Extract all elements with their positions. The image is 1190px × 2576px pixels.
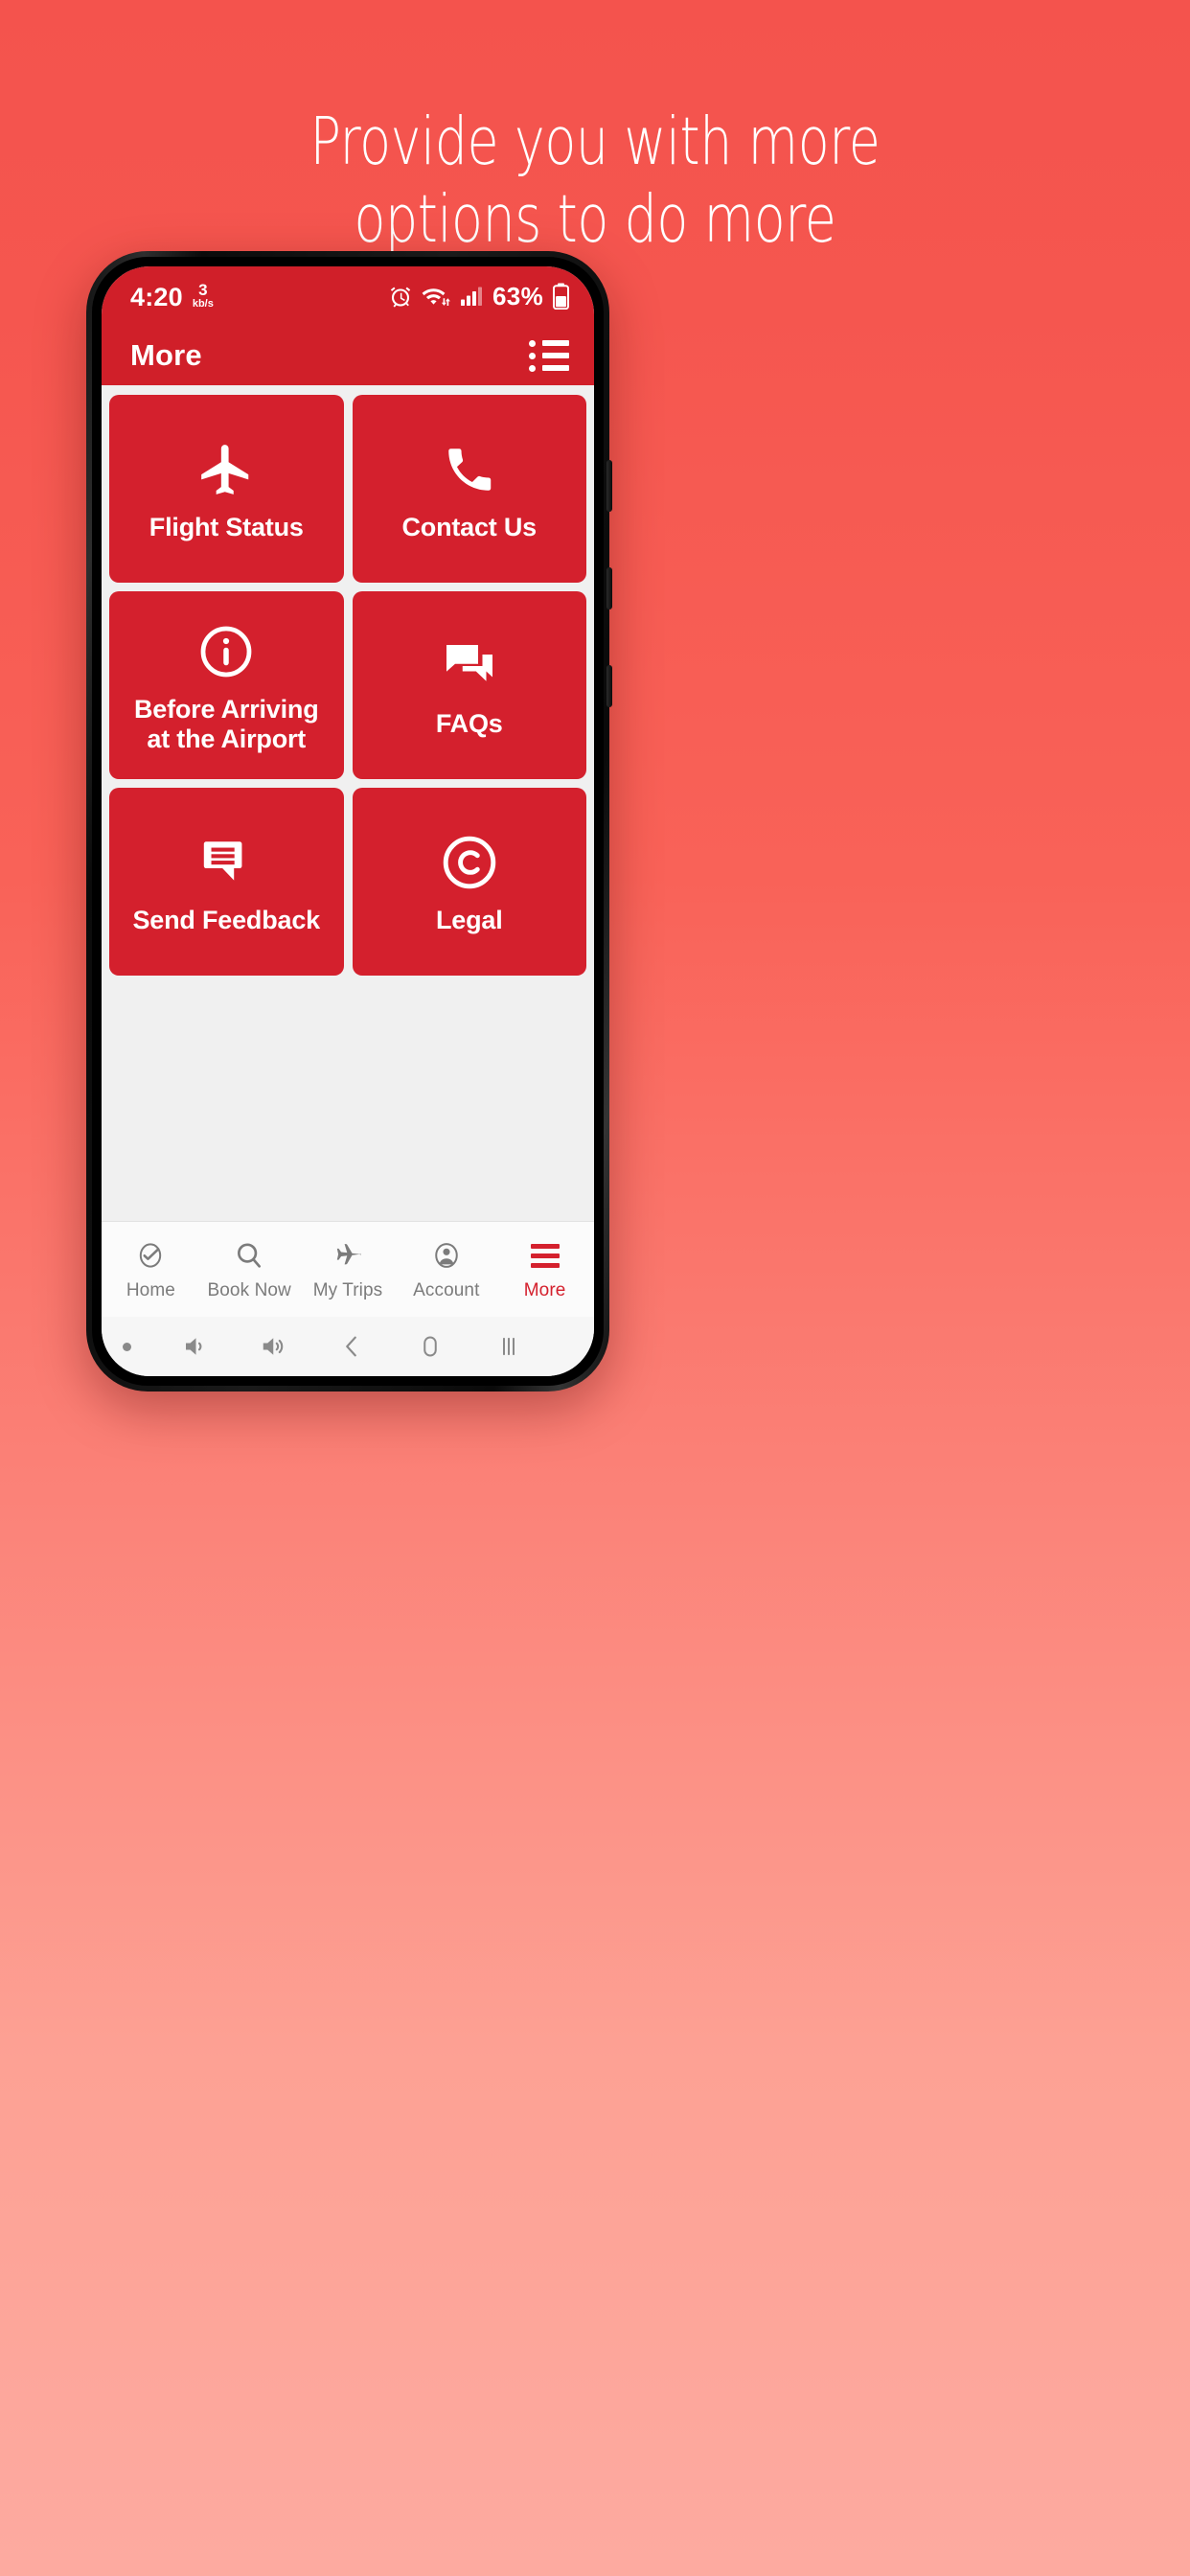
network-speed-unit: kb/s [192, 298, 214, 310]
airplane-icon [332, 1237, 364, 1274]
more-menu-content: Flight Status Contact Us Before Arriving… [102, 385, 594, 1221]
menu-tile-label: Legal [435, 906, 503, 935]
phone-icon [442, 434, 497, 505]
home-icon[interactable] [416, 1332, 445, 1361]
nav-item-my-trips[interactable]: My Trips [299, 1237, 398, 1301]
info-circle-icon [197, 616, 255, 687]
battery-percentage: 63% [492, 281, 543, 310]
menu-tile-faqs[interactable]: FAQs [352, 591, 586, 779]
nav-item-account[interactable]: Account [397, 1237, 495, 1301]
recents-icon[interactable] [494, 1332, 523, 1361]
nav-item-home[interactable]: Home [102, 1237, 200, 1301]
volume-up-button[interactable] [606, 567, 612, 610]
battery-icon [553, 283, 569, 310]
nav-item-label: More [523, 1280, 566, 1300]
status-bar: 4:20 3 kb/s 63% [102, 266, 594, 326]
bottom-navigation: Home Book Now My Trips Account More [102, 1221, 594, 1317]
nav-item-book-now[interactable]: Book Now [200, 1237, 299, 1301]
power-button[interactable] [606, 460, 612, 512]
alarm-icon [389, 285, 412, 308]
network-speed-value: 3 [198, 281, 208, 299]
nav-item-label: Book Now [207, 1280, 291, 1300]
promo-headline-line2: options to do more [354, 181, 836, 259]
hamburger-bar [530, 1262, 560, 1268]
menu-tile-label: Contact Us [401, 513, 537, 542]
nav-item-more[interactable]: More [495, 1237, 594, 1301]
menu-tile-send-feedback[interactable]: Send Feedback [109, 788, 344, 976]
menu-tile-flight-status[interactable]: Flight Status [109, 395, 344, 583]
hamburger-bar [530, 1253, 560, 1258]
cellular-signal-icon [460, 286, 483, 307]
app-bar: More [102, 326, 594, 385]
volume-down-icon[interactable] [181, 1332, 210, 1361]
list-icon-row [529, 364, 569, 372]
menu-tile-before-arriving[interactable]: Before Arriving at the Airport [109, 591, 344, 779]
volume-down-button[interactable] [606, 665, 612, 707]
copyright-icon [440, 827, 499, 898]
volume-up-icon[interactable] [260, 1332, 288, 1361]
list-icon-bar [542, 353, 569, 358]
menu-tile-label: Send Feedback [132, 906, 321, 935]
nav-item-label: Account [413, 1280, 480, 1300]
list-icon-row [529, 339, 569, 347]
list-icon-bar [542, 340, 569, 346]
chat-bubbles-icon [441, 631, 498, 702]
status-bar-clock: 4:20 [130, 283, 183, 311]
back-icon[interactable] [337, 1332, 366, 1361]
indicator-dot [123, 1342, 131, 1351]
feedback-message-icon [198, 827, 254, 898]
promo-headline: Provide you with more options to do more [131, 104, 1060, 260]
network-speed: 3 kb/s [193, 282, 214, 310]
menu-tile-contact-us[interactable]: Contact Us [352, 395, 586, 583]
hamburger-icon [530, 1237, 560, 1274]
page-title: More [130, 338, 202, 372]
phone-screen: 4:20 3 kb/s 63% More Flight Status Conta… [102, 266, 594, 1376]
status-bar-right: 63% [389, 282, 569, 311]
list-icon-row [529, 352, 569, 359]
status-bar-left: 4:20 3 kb/s [130, 282, 214, 310]
nav-item-label: Home [126, 1280, 175, 1300]
android-system-nav [102, 1317, 594, 1376]
account-person-icon [430, 1237, 463, 1274]
promo-headline-line1: Provide you with more [309, 104, 881, 180]
home-swoosh-icon [134, 1237, 167, 1274]
hamburger-bars [530, 1243, 560, 1268]
hamburger-bar [530, 1243, 560, 1249]
bulleted-list-icon[interactable] [529, 339, 569, 372]
menu-tile-label: Before Arriving at the Airport [133, 694, 319, 753]
nav-item-label: My Trips [312, 1280, 383, 1300]
phone-mockup: 4:20 3 kb/s 63% More Flight Status Conta… [86, 251, 612, 1392]
list-icon-bar [542, 365, 569, 371]
menu-tile-label: FAQs [435, 709, 503, 739]
menu-tile-label: Flight Status [149, 513, 304, 542]
list-icon-dot [529, 352, 536, 359]
wifi-data-icon [422, 285, 450, 308]
menu-grid: Flight Status Contact Us Before Arriving… [109, 395, 586, 976]
airplane-icon [196, 434, 256, 505]
search-icon [234, 1237, 264, 1274]
list-icon-dot [529, 339, 536, 347]
list-icon-dot [529, 364, 536, 372]
menu-tile-legal[interactable]: Legal [352, 788, 586, 976]
